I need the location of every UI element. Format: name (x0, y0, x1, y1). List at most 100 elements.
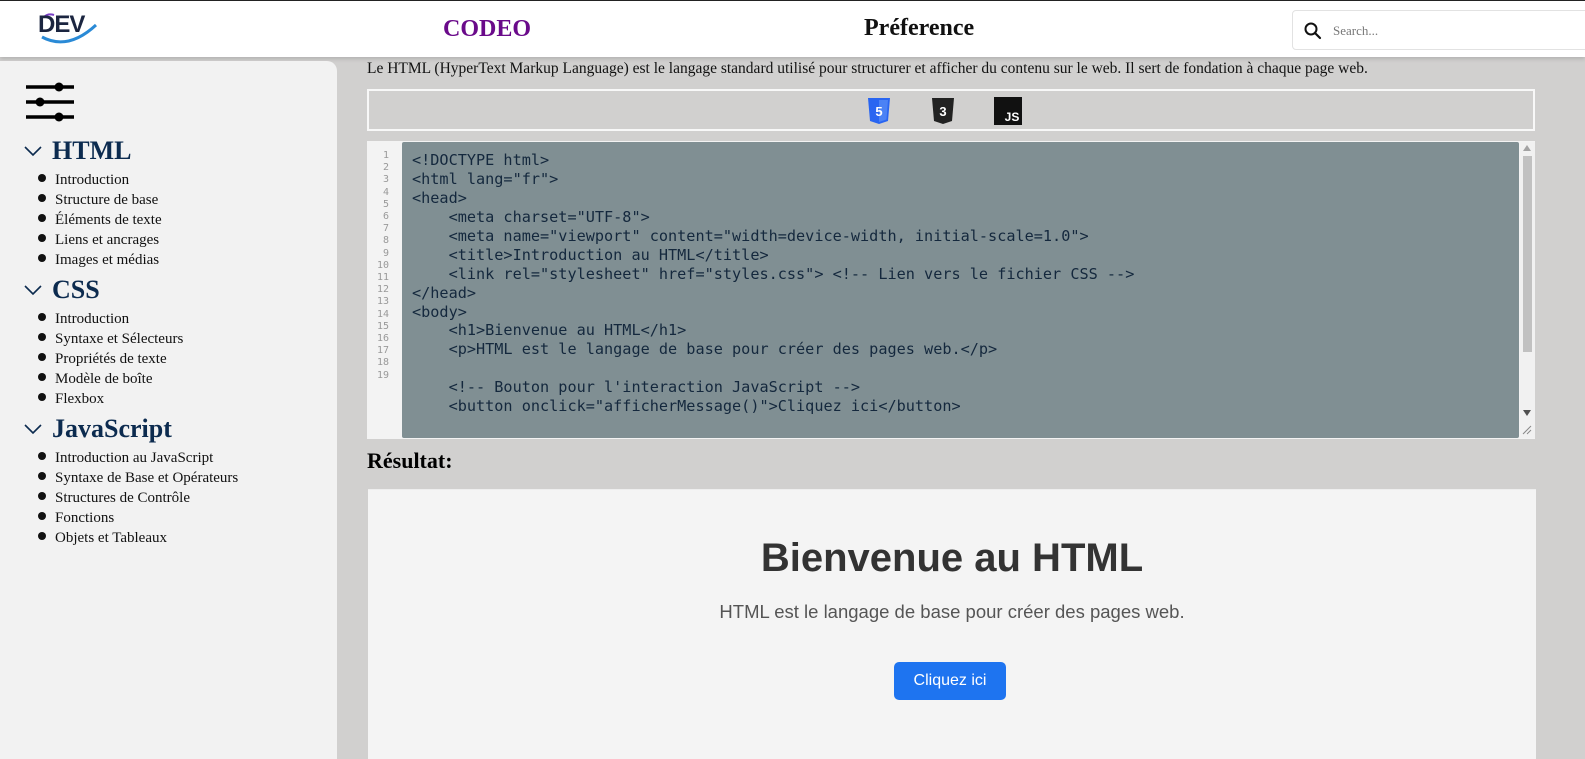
scroll-thumb[interactable] (1523, 156, 1532, 352)
bullet-icon (38, 254, 46, 262)
html5-label: 5 (875, 104, 882, 119)
line-number-gutter: 1 2 3 4 5 6 7 8 9 10 11 12 13 14 15 16 17 18 19 (367, 150, 401, 382)
bullet-icon (38, 472, 46, 480)
bullet-icon (38, 174, 46, 182)
bullet-icon (38, 492, 46, 500)
sidebar-item-label: Images et médias (55, 252, 160, 268)
sidebar-item[interactable]: Propriétés de texte (24, 349, 183, 369)
preview-paragraph: HTML est le langage de base pour créer d… (719, 601, 1185, 622)
bullet-icon (38, 373, 46, 381)
line-number: 9 (382, 247, 389, 259)
scroll-up-icon[interactable] (1523, 145, 1531, 151)
chevron-down-icon (24, 424, 42, 435)
code-editor: 1 2 3 4 5 6 7 8 9 10 11 12 13 14 15 16 17 18 19 <!DOCTYPE … (367, 141, 1535, 439)
search-icon[interactable] (1303, 21, 1323, 41)
editor-scrollbar[interactable] (1520, 142, 1535, 438)
section-css-header[interactable]: CSS (24, 275, 183, 305)
sidebar-item[interactable]: Introduction au JavaScript (24, 448, 238, 468)
section-html-header[interactable]: HTML (24, 136, 162, 166)
sidebar-item-label: Introduction (55, 311, 130, 327)
sidebar-item-label: Liens et ancrages (55, 232, 160, 248)
sidebar-item-label: Syntaxe de Base et Opérateurs (55, 470, 239, 486)
sidebar-item-label: Syntaxe et Sélecteurs (55, 331, 184, 347)
section-title: CSS (52, 275, 100, 304)
line-number: 1 (382, 150, 389, 161)
sidebar-item-label: Structure de base (55, 192, 159, 208)
code-textarea[interactable]: <!DOCTYPE html> <html lang="fr"> <head> <m… (402, 142, 1519, 438)
css3-label: 3 (939, 104, 946, 119)
sidebar-item[interactable]: Fonctions (24, 508, 238, 528)
scroll-down-icon[interactable] (1523, 410, 1531, 416)
sidebar-item-label: Flexbox (55, 391, 105, 407)
code-line: <!-- Bouton pour l'interaction JavaScrip… (412, 378, 861, 397)
language-selector: 5 3 JS (367, 89, 1535, 131)
brand-link[interactable]: CODEO (443, 16, 531, 43)
sidebar-item[interactable]: Introduction (24, 309, 183, 329)
result-preview: Bienvenue au HTML HTML est le langage de… (368, 489, 1536, 759)
resize-handle-icon[interactable] (1520, 423, 1532, 435)
sidebar-item[interactable]: Objets et Tableaux (24, 528, 238, 548)
line-number: 2 (382, 162, 389, 174)
chevron-down-icon (24, 146, 42, 157)
dev-logo[interactable]: DEV (38, 11, 100, 45)
line-number: 18 (376, 357, 389, 369)
sidebar-item[interactable]: Structure de base (24, 190, 162, 210)
line-number: 10 (376, 259, 389, 271)
line-number: 17 (376, 345, 389, 357)
logo-text: DEV (38, 11, 85, 38)
intro-text: Le HTML (HyperText Markup Language) est … (367, 60, 1368, 77)
line-number: 16 (376, 333, 389, 345)
js-icon[interactable]: JS (994, 97, 1022, 125)
code-line: <button onclick="afficherMessage()">Cliq… (412, 397, 961, 416)
line-number: 5 (382, 198, 389, 210)
section-javascript-header[interactable]: JavaScript (24, 414, 238, 444)
line-number: 13 (376, 296, 389, 308)
sliders-icon[interactable] (26, 81, 74, 123)
section-title: HTML (52, 136, 132, 165)
result-heading: Résultat: (367, 448, 453, 473)
search-input[interactable] (1333, 19, 1573, 43)
css3-icon[interactable]: 3 (929, 97, 957, 125)
bullet-icon (38, 512, 46, 520)
sidebar-item[interactable]: Liens et ancrages (24, 230, 162, 250)
line-number: 4 (382, 186, 389, 198)
sidebar-item[interactable]: Modèle de boîte (24, 369, 183, 389)
code-line: <body> (412, 302, 467, 321)
line-number: 8 (382, 235, 389, 247)
line-number: 6 (382, 211, 389, 223)
line-number: 11 (376, 272, 389, 284)
html5-icon[interactable]: 5 (865, 97, 893, 125)
line-number: 7 (382, 223, 389, 235)
sidebar-item[interactable]: Flexbox (24, 389, 183, 409)
sidebar-item-label: Fonctions (55, 510, 115, 526)
sidebar-item[interactable]: Syntaxe de Base et Opérateurs (24, 468, 238, 488)
code-line: <head> (412, 188, 467, 207)
line-number: 19 (376, 369, 389, 381)
bullet-icon (38, 194, 46, 202)
bullet-icon (38, 393, 46, 401)
sidebar-item-label: Objets et Tableaux (55, 530, 167, 546)
sidebar-item[interactable]: Éléments de texte (24, 210, 162, 230)
sidebar-item-label: Structures de Contrôle (55, 490, 190, 506)
line-number: 14 (376, 308, 389, 320)
bullet-icon (38, 214, 46, 222)
section-css: CSS Introduction Syntaxe et Sélecteurs P… (24, 275, 183, 409)
search-box (1292, 10, 1585, 50)
sidebar-item-label: Introduction (55, 172, 130, 188)
code-line: <html lang="fr"> (412, 169, 559, 188)
sidebar-item[interactable]: Introduction (24, 170, 162, 190)
code-line: <!DOCTYPE html> (412, 151, 550, 169)
sidebar-item[interactable]: Structures de Contrôle (24, 488, 238, 508)
bullet-icon (38, 353, 46, 361)
sidebar-item[interactable]: Syntaxe et Sélecteurs (24, 329, 183, 349)
preview-button[interactable]: Cliquez ici (894, 662, 1006, 700)
sidebar-item[interactable]: Images et médias (24, 250, 162, 270)
top-header: DEV CODEO Préference (0, 0, 1585, 57)
sidebar-item-label: Modèle de boîte (55, 371, 153, 387)
code-line: <meta charset="UTF-8"> (412, 207, 650, 226)
bullet-icon (38, 452, 46, 460)
bullet-icon (38, 532, 46, 540)
sidebar: HTML Introduction Structure de base Élém… (0, 61, 337, 759)
section-javascript: JavaScript Introduction au JavaScript Sy… (24, 414, 238, 548)
